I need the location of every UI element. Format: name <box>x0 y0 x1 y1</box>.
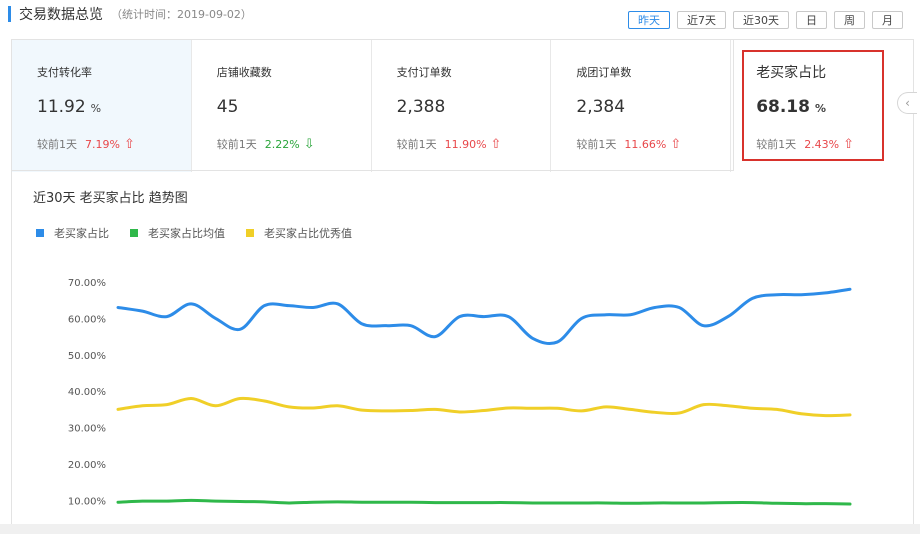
series-line-average[interactable] <box>116 498 852 506</box>
bottom-scroll-area <box>0 524 920 534</box>
y-tick-label: 10.00% <box>68 496 106 507</box>
series-line-excellent[interactable] <box>116 396 852 418</box>
y-tick-label: 60.00% <box>68 314 106 325</box>
y-tick-label: 20.00% <box>68 460 106 471</box>
y-tick-label: 30.00% <box>68 424 106 435</box>
series-line-ratio[interactable] <box>116 287 852 345</box>
trend-chart: 70.00% 60.00% 50.00% 40.00% 30.00% 20.00% 10.0… <box>68 278 852 507</box>
y-tick-label: 50.00% <box>68 351 106 362</box>
y-tick-label: 40.00% <box>68 387 106 398</box>
y-tick-label: 70.00% <box>68 278 106 289</box>
